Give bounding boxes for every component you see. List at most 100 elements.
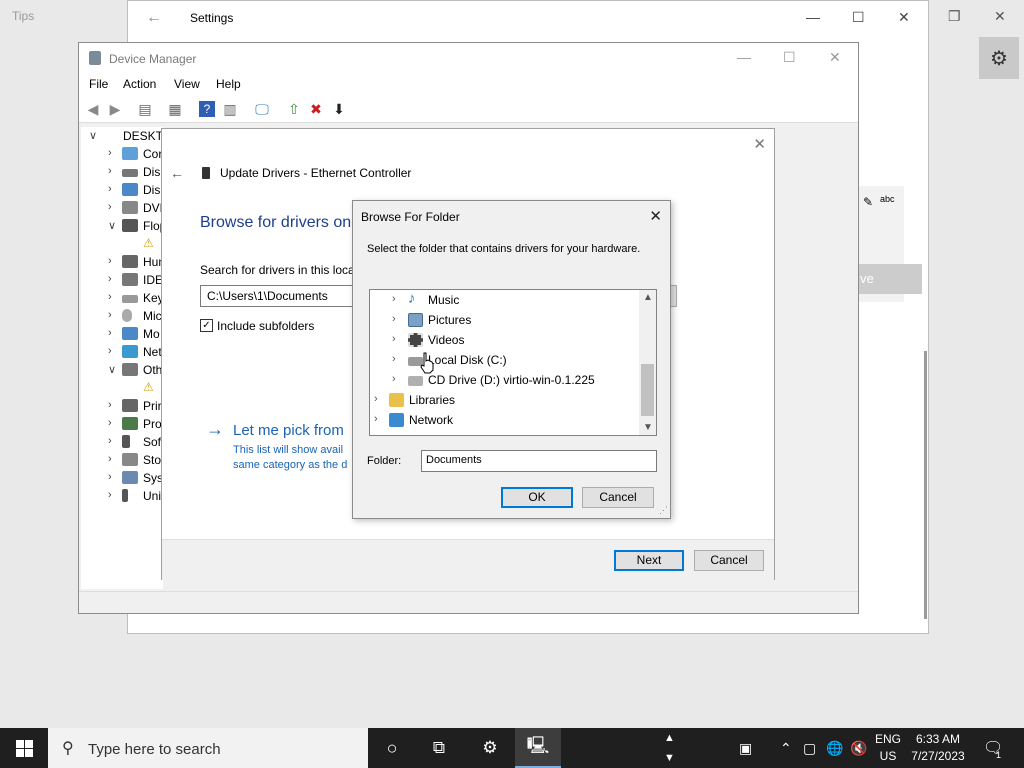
folder-input[interactable]: Documents: [421, 450, 657, 472]
back-arrow-icon[interactable]: ←: [170, 165, 184, 181]
tree-item[interactable]: › Mo: [81, 325, 163, 343]
tree-item[interactable]: ⚠: [81, 379, 163, 397]
scroll-down-icon[interactable]: ▼: [664, 752, 675, 764]
folder-item-libraries[interactable]: › Libraries: [370, 390, 640, 410]
expand-icon[interactable]: ›: [392, 293, 396, 305]
tree-item[interactable]: › Hun: [81, 253, 163, 271]
expand-icon[interactable]: ∨: [89, 129, 97, 142]
taskbar-search-box[interactable]: ⚲ Type here to search: [48, 728, 368, 768]
list-icon[interactable]: ▦: [167, 101, 183, 117]
tree-item[interactable]: › Disk: [81, 163, 163, 181]
include-subfolders-checkbox[interactable]: ✓: [200, 319, 213, 332]
expand-icon[interactable]: ›: [108, 417, 112, 429]
language-indicator[interactable]: ENG US: [873, 731, 903, 765]
minimize-icon[interactable]: —: [806, 9, 820, 25]
gear-icon[interactable]: ⚙: [979, 37, 1019, 79]
help-icon[interactable]: ?: [199, 101, 215, 117]
scan-hardware-icon[interactable]: 🖵: [254, 101, 270, 117]
task-view-icon[interactable]: ⧉: [416, 728, 462, 768]
restore-icon[interactable]: ❐: [948, 8, 961, 25]
tree-item[interactable]: › Stor: [81, 451, 163, 469]
expand-icon[interactable]: ›: [108, 453, 112, 465]
scroll-down-icon[interactable]: ▼: [643, 422, 653, 433]
folder-item-music[interactable]: › ♪ Music: [370, 290, 640, 310]
expand-icon[interactable]: ›: [108, 471, 112, 483]
expand-icon[interactable]: ›: [108, 255, 112, 267]
volume-muted-icon[interactable]: 🔇: [850, 740, 867, 757]
folder-item-pictures[interactable]: › Pictures: [370, 310, 640, 330]
tree-item[interactable]: › IDE: [81, 271, 163, 289]
menu-help[interactable]: Help: [216, 77, 241, 91]
expand-icon[interactable]: ›: [108, 183, 112, 195]
expand-icon[interactable]: ›: [392, 353, 396, 365]
expand-icon[interactable]: ›: [108, 147, 112, 159]
close-icon[interactable]: ✕: [898, 9, 910, 26]
cancel-button[interactable]: Cancel: [694, 550, 764, 571]
menu-file[interactable]: File: [89, 77, 108, 91]
tree-item[interactable]: ⚠: [81, 235, 163, 253]
tree-item[interactable]: › Uni: [81, 487, 163, 505]
menu-action[interactable]: Action: [123, 77, 156, 91]
tree-item[interactable]: › Prir: [81, 397, 163, 415]
tree-item[interactable]: ∨ Flop: [81, 217, 163, 235]
update-driver-icon[interactable]: ⇧: [286, 101, 302, 117]
close-icon[interactable]: ✕: [994, 8, 1006, 25]
tree-item[interactable]: › Soft: [81, 433, 163, 451]
resize-grip-icon[interactable]: ⋰: [659, 505, 668, 516]
expand-icon[interactable]: ›: [108, 165, 112, 177]
expand-icon[interactable]: ›: [108, 489, 112, 501]
properties-icon[interactable]: ▤: [137, 101, 153, 117]
next-button[interactable]: Next: [614, 550, 684, 571]
expand-icon[interactable]: ›: [374, 413, 378, 425]
tree-item[interactable]: › Disp: [81, 181, 163, 199]
tree-item[interactable]: › DVD: [81, 199, 163, 217]
expand-icon[interactable]: ›: [108, 291, 112, 303]
expand-icon[interactable]: ›: [392, 313, 396, 325]
expand-icon[interactable]: ∨: [108, 363, 116, 376]
expand-icon[interactable]: ›: [108, 399, 112, 411]
expand-icon[interactable]: ›: [392, 333, 396, 345]
close-icon[interactable]: ✕: [753, 135, 766, 153]
uninstall-icon[interactable]: ✖: [308, 101, 324, 117]
tree-item[interactable]: ∨ Oth: [81, 361, 163, 379]
maximize-icon[interactable]: ☐: [783, 49, 796, 66]
network-tray-icon[interactable]: 🌐: [826, 740, 843, 757]
pick-driver-link[interactable]: Let me pick from: [233, 422, 344, 439]
close-icon[interactable]: ✕: [829, 49, 841, 66]
close-icon[interactable]: ✕: [649, 207, 662, 225]
expand-icon[interactable]: ›: [392, 373, 396, 385]
folder-item-videos[interactable]: › Videos: [370, 330, 640, 350]
back-arrow-icon[interactable]: ←: [146, 9, 162, 27]
save-button-partial[interactable]: ve: [858, 264, 922, 294]
tree-item[interactable]: › Key: [81, 289, 163, 307]
tree-item[interactable]: › Net: [81, 343, 163, 361]
clock[interactable]: 6:33 AM 7/27/2023: [905, 731, 971, 765]
expand-icon[interactable]: ›: [108, 345, 112, 357]
tree-item[interactable]: › Syst: [81, 469, 163, 487]
folder-item-network[interactable]: › Network: [370, 410, 640, 430]
minimize-icon[interactable]: —: [737, 49, 751, 65]
tree-item[interactable]: ∨ DESKTOP: [81, 127, 163, 145]
folder-item-cd-drive[interactable]: › CD Drive (D:) virtio-win-0.1.225: [370, 370, 640, 390]
folder-tree-scrollbar[interactable]: ▲ ▼: [639, 290, 656, 435]
show-hidden-icons-icon[interactable]: ⌃: [780, 740, 792, 757]
spellcheck-icon[interactable]: abc: [880, 194, 895, 204]
device-manager-taskbar-icon[interactable]: 🖳: [515, 728, 561, 768]
expand-icon[interactable]: ∨: [108, 219, 116, 232]
forward-icon[interactable]: ▶: [107, 101, 123, 117]
expand-icon[interactable]: ›: [108, 273, 112, 285]
expand-icon[interactable]: ›: [108, 327, 112, 339]
expand-icon[interactable]: ›: [108, 309, 112, 321]
settings-taskbar-icon[interactable]: ⚙: [467, 728, 513, 768]
scroll-up-icon[interactable]: ▲: [643, 292, 653, 303]
tree-item[interactable]: › Mic: [81, 307, 163, 325]
scrollbar-thumb[interactable]: [641, 364, 654, 416]
settings-scrollbar[interactable]: [924, 351, 927, 619]
folder-tree[interactable]: › ♪ Music › Pictures › Videos › Local Di…: [369, 289, 657, 436]
details-icon[interactable]: ▥: [222, 101, 238, 117]
back-icon[interactable]: ◀: [85, 101, 101, 117]
tree-item[interactable]: › Cor: [81, 145, 163, 163]
device-icon[interactable]: ▢: [803, 740, 816, 757]
menu-view[interactable]: View: [174, 77, 200, 91]
ok-button[interactable]: OK: [501, 487, 573, 508]
